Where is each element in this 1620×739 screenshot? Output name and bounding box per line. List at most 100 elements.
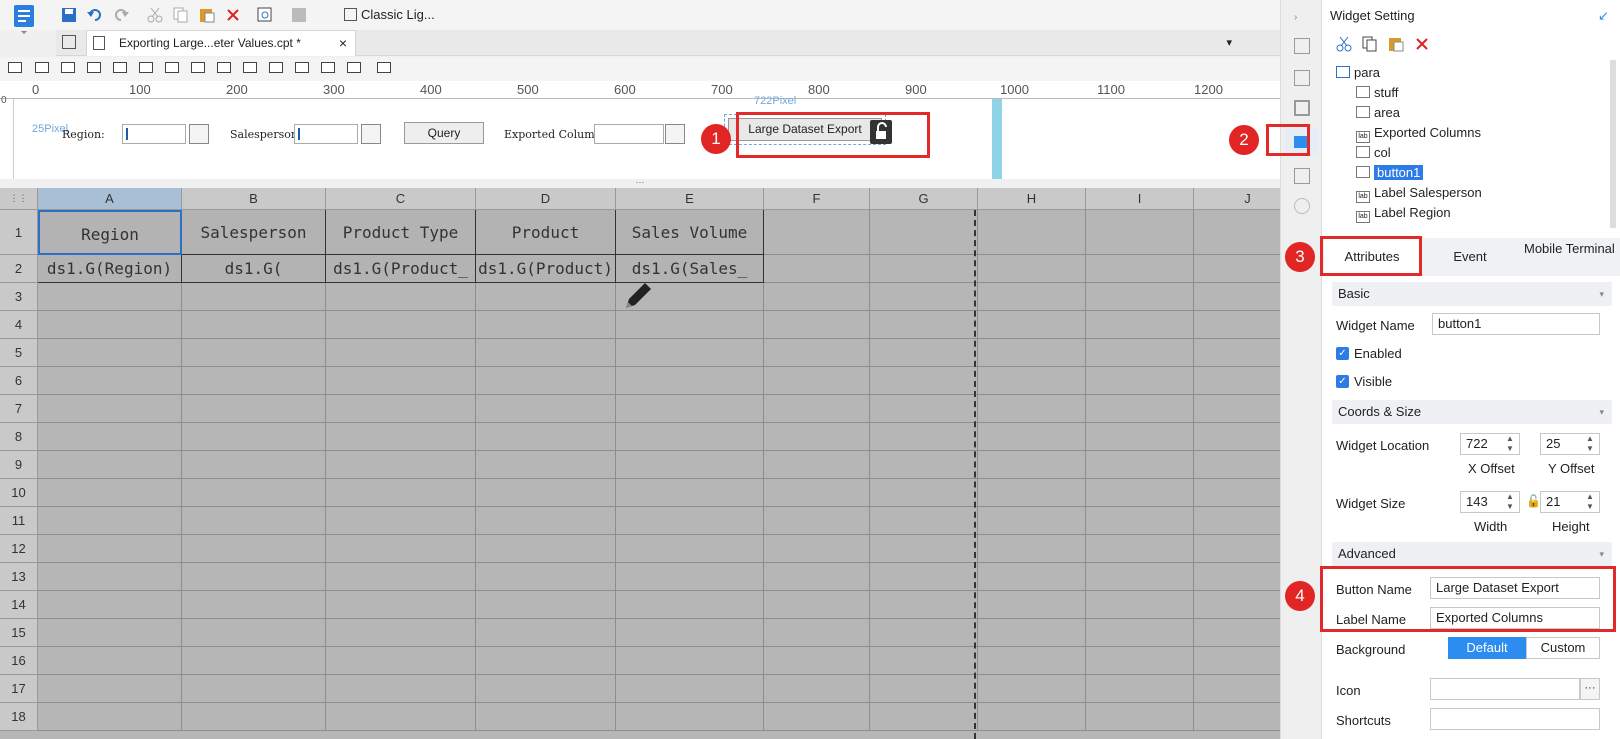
grid-cell[interactable] bbox=[476, 339, 616, 367]
label-widget-icon[interactable] bbox=[35, 62, 49, 73]
column-header[interactable]: G bbox=[870, 188, 978, 210]
text-widget-icon[interactable] bbox=[269, 62, 283, 73]
grid-cell[interactable] bbox=[764, 283, 870, 311]
grid-cell[interactable] bbox=[1194, 255, 1280, 283]
row-header[interactable]: 4 bbox=[0, 311, 38, 339]
height-stepper[interactable]: ▲ ▼ bbox=[1586, 492, 1594, 512]
grid-cell[interactable] bbox=[764, 210, 870, 255]
grid-cell[interactable] bbox=[870, 647, 978, 675]
checkbox-widget-icon[interactable] bbox=[321, 62, 335, 73]
grid-cell[interactable] bbox=[1194, 423, 1280, 451]
row-header[interactable]: 14 bbox=[0, 591, 38, 619]
section-coords-size[interactable]: Coords & Size ▾ bbox=[1332, 400, 1612, 424]
grid-cell[interactable] bbox=[616, 675, 764, 703]
grid-cell[interactable] bbox=[1086, 703, 1194, 731]
grid-cell[interactable] bbox=[870, 703, 978, 731]
grid-cell[interactable] bbox=[616, 423, 764, 451]
grid-cell[interactable] bbox=[764, 367, 870, 395]
grid-cell[interactable] bbox=[764, 703, 870, 731]
copy-icon[interactable] bbox=[1362, 36, 1378, 52]
row-header[interactable]: 9 bbox=[0, 451, 38, 479]
grid-cell[interactable] bbox=[764, 591, 870, 619]
grid-cell[interactable] bbox=[38, 395, 182, 423]
grid-cell[interactable] bbox=[1086, 367, 1194, 395]
paste-icon[interactable] bbox=[1388, 36, 1404, 52]
tree-root[interactable]: para bbox=[1336, 64, 1380, 82]
float-element-icon[interactable] bbox=[1294, 100, 1310, 116]
grid-cell[interactable] bbox=[1194, 210, 1280, 255]
row-header[interactable]: 10 bbox=[0, 479, 38, 507]
grid-cell[interactable] bbox=[38, 591, 182, 619]
grid-cell[interactable] bbox=[182, 591, 326, 619]
row-header[interactable]: 11 bbox=[0, 507, 38, 535]
grid-cell[interactable] bbox=[476, 451, 616, 479]
grid-cell[interactable] bbox=[1086, 339, 1194, 367]
column-header[interactable]: E bbox=[616, 188, 764, 210]
grid-cell[interactable] bbox=[326, 619, 476, 647]
grid-cell[interactable] bbox=[182, 479, 326, 507]
grid-cell[interactable] bbox=[476, 675, 616, 703]
grid-cell[interactable] bbox=[182, 451, 326, 479]
grid-cell[interactable] bbox=[978, 311, 1086, 339]
copy-icon[interactable] bbox=[173, 7, 189, 23]
grid-cell[interactable] bbox=[870, 210, 978, 255]
grid-cell[interactable] bbox=[616, 591, 764, 619]
grid-cell[interactable] bbox=[616, 479, 764, 507]
grid-cell[interactable] bbox=[38, 367, 182, 395]
grid-cell[interactable] bbox=[616, 339, 764, 367]
grid-cell[interactable] bbox=[978, 647, 1086, 675]
grid-cell[interactable] bbox=[476, 311, 616, 339]
grid-cell[interactable] bbox=[38, 619, 182, 647]
grid-cell[interactable] bbox=[1194, 451, 1280, 479]
close-icon[interactable]: × bbox=[339, 31, 347, 55]
grid-cell[interactable] bbox=[764, 479, 870, 507]
grid-cell[interactable] bbox=[1194, 507, 1280, 535]
grid-cell[interactable] bbox=[870, 395, 978, 423]
password-widget-icon[interactable] bbox=[295, 62, 309, 73]
grid-cell[interactable] bbox=[326, 339, 476, 367]
grid-cell[interactable] bbox=[616, 647, 764, 675]
grid-cell[interactable] bbox=[182, 703, 326, 731]
row-header[interactable]: 1 bbox=[0, 210, 38, 255]
more-widgets-icon[interactable] bbox=[377, 62, 391, 73]
grid-cell[interactable] bbox=[870, 311, 978, 339]
grid-cell[interactable] bbox=[616, 535, 764, 563]
grid-cell[interactable] bbox=[1086, 619, 1194, 647]
y-offset-stepper[interactable]: ▲ ▼ bbox=[1586, 434, 1594, 454]
grid-cell[interactable] bbox=[38, 423, 182, 451]
grid-cell[interactable] bbox=[182, 423, 326, 451]
grid-cell[interactable] bbox=[1194, 311, 1280, 339]
grid-cell[interactable] bbox=[870, 283, 978, 311]
grid-cell[interactable] bbox=[1086, 563, 1194, 591]
delete-icon[interactable] bbox=[225, 7, 241, 23]
grid-cell[interactable] bbox=[1086, 647, 1194, 675]
column-header[interactable]: F bbox=[764, 188, 870, 210]
textarea-widget-icon[interactable] bbox=[191, 62, 205, 73]
column-header[interactable]: H bbox=[978, 188, 1086, 210]
grid-cell[interactable] bbox=[764, 563, 870, 591]
grid-cell[interactable] bbox=[38, 535, 182, 563]
grid-cell[interactable] bbox=[476, 367, 616, 395]
row-header[interactable]: 16 bbox=[0, 647, 38, 675]
grid-cell[interactable] bbox=[38, 647, 182, 675]
grid-cell[interactable] bbox=[764, 535, 870, 563]
row-header[interactable]: 2 bbox=[0, 255, 38, 283]
grid-cell[interactable] bbox=[978, 395, 1086, 423]
grid-cell[interactable] bbox=[1194, 395, 1280, 423]
grid-cell[interactable] bbox=[38, 451, 182, 479]
undo-icon[interactable] bbox=[87, 7, 103, 23]
grid-cell[interactable] bbox=[764, 395, 870, 423]
grid-cell[interactable] bbox=[326, 563, 476, 591]
grid-cell[interactable] bbox=[870, 255, 978, 283]
grid-cell[interactable] bbox=[476, 507, 616, 535]
tree-item-exported-columns[interactable]: lab Exported Columns bbox=[1356, 124, 1481, 143]
grid-cell[interactable] bbox=[616, 395, 764, 423]
row-header[interactable]: 17 bbox=[0, 675, 38, 703]
grid-cell[interactable] bbox=[38, 283, 182, 311]
grid-cell[interactable] bbox=[1086, 210, 1194, 255]
grid-cell[interactable] bbox=[870, 591, 978, 619]
cut-icon[interactable] bbox=[1336, 36, 1352, 52]
formula-cell[interactable]: ds1.G( bbox=[182, 255, 326, 283]
grid-cell[interactable] bbox=[1086, 535, 1194, 563]
button-widget-icon[interactable] bbox=[61, 62, 75, 73]
